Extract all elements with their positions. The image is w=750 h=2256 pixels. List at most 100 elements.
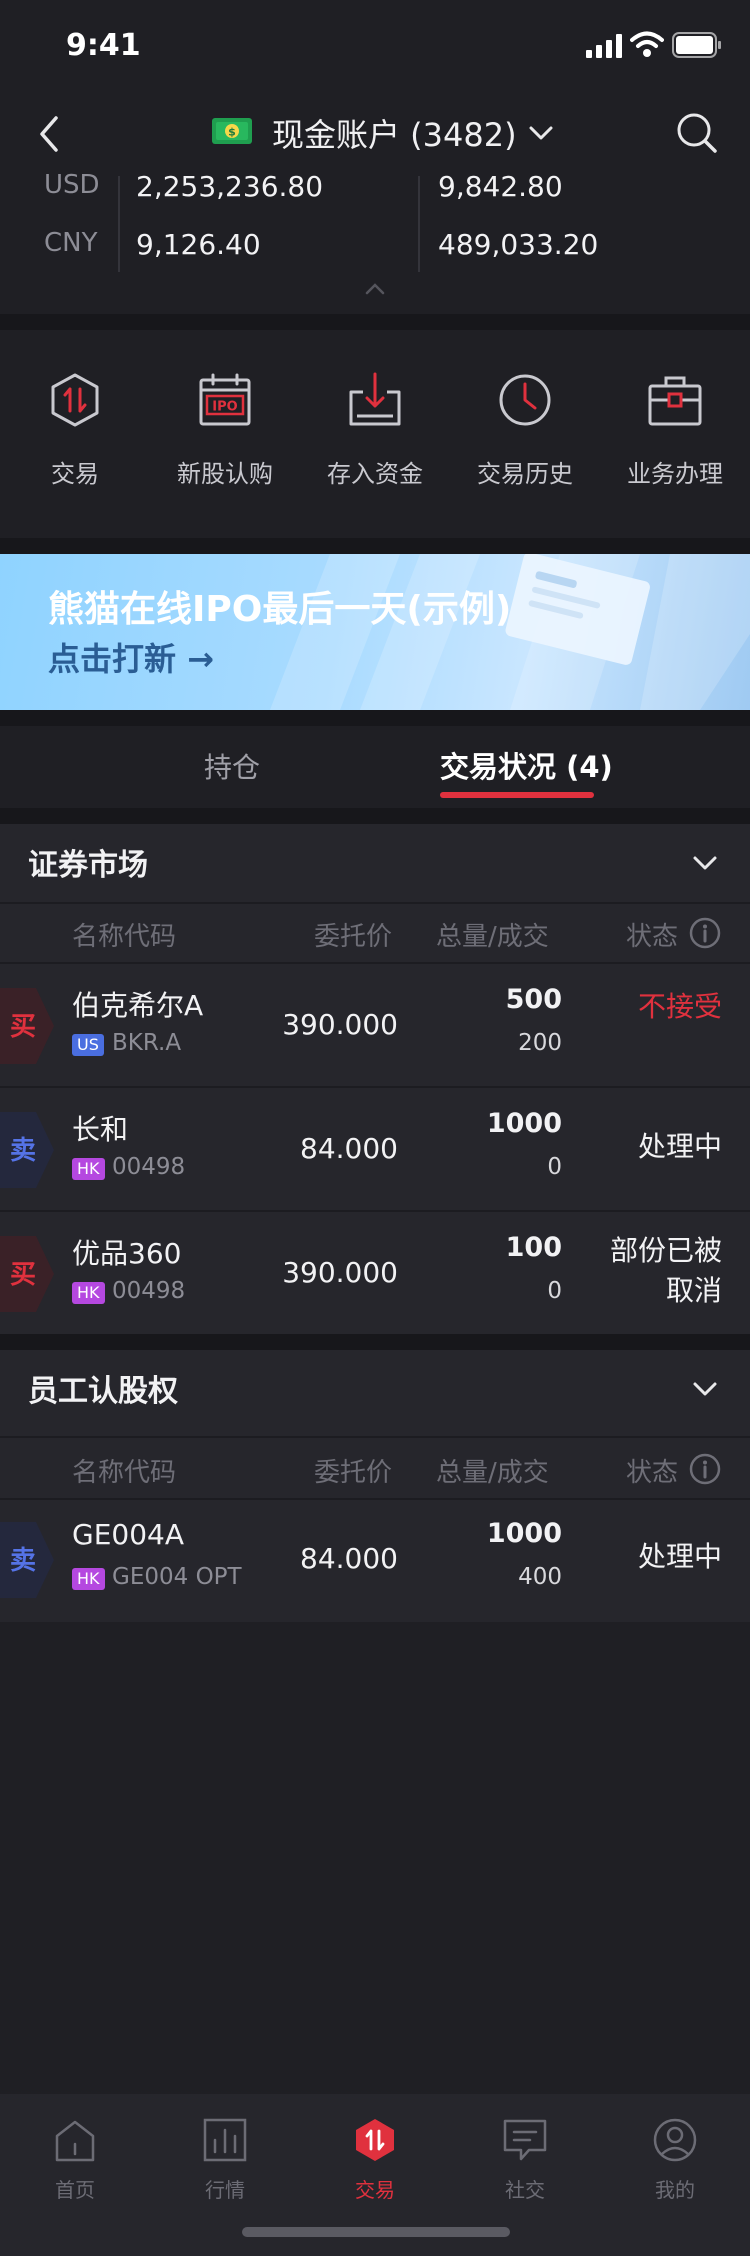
cash-account-icon: $	[212, 118, 252, 144]
section-gap	[0, 538, 750, 554]
home-icon	[55, 2120, 95, 2162]
tab-bar: 持仓 交易状况 (4)	[0, 726, 750, 808]
nav-item-trade[interactable]: 交易	[300, 2108, 450, 2202]
market-badge: HK	[72, 1158, 105, 1180]
nav-label-active: 交易	[355, 2178, 395, 2202]
market-badge: US	[72, 1034, 104, 1056]
banner-title: 熊猫在线IPO最后一天(示例)	[48, 589, 512, 630]
banner-cta[interactable]: 点击打新 →	[48, 634, 214, 680]
market-badge: HK	[72, 1568, 105, 1590]
balance-cny-cash: 9,126.40	[136, 228, 261, 261]
chevron-down-icon[interactable]	[528, 124, 554, 142]
account-title[interactable]: 现金账户 (3482)	[272, 110, 517, 156]
battery-icon	[672, 32, 721, 58]
quick-action-label: 交易	[51, 460, 99, 488]
balance-area: USD 2,253,236.80 9,842.80 CNY 9,126.40 4…	[0, 170, 750, 314]
briefcase-icon	[648, 376, 702, 426]
signal-icon	[586, 34, 622, 58]
header-qty-filled: 总量/成交	[436, 922, 549, 952]
nav-label: 首页	[55, 2178, 95, 2202]
wifi-icon	[630, 31, 664, 57]
status-bar: 9:41	[0, 0, 750, 92]
quick-action-label: 新股认购	[177, 460, 273, 488]
quick-action-label: 存入资金	[327, 460, 423, 488]
side-label: 买	[10, 1012, 37, 1042]
market-badge: HK	[72, 1282, 105, 1304]
header-price: 委托价	[314, 1458, 393, 1488]
nav-item-market[interactable]: 行情	[150, 2108, 300, 2202]
section-gap	[0, 314, 750, 330]
tab-holdings[interactable]: 持仓	[204, 746, 260, 786]
history-clock-icon	[499, 374, 551, 426]
header-status: 状态	[626, 1458, 679, 1488]
order-status: 处理中	[637, 1540, 722, 1573]
quick-action-trade[interactable]: 交易	[0, 330, 150, 538]
nav-item-social[interactable]: 社交	[450, 2108, 600, 2202]
column-divider	[118, 176, 120, 272]
trade-hexagon-icon	[356, 2119, 394, 2161]
nav-item-home[interactable]: 首页	[0, 2108, 150, 2202]
section-gap	[0, 710, 750, 726]
side-label: 买	[10, 1260, 37, 1290]
order-row[interactable]: 买 优品360 HK 00498 390.000 100 0 部份已被 取消	[0, 1212, 750, 1334]
section-title: 员工认股权	[28, 1374, 178, 1409]
home-indicator[interactable]	[242, 2227, 510, 2237]
balance-usd-other: 9,842.80	[438, 170, 563, 203]
section-title: 证券市场	[28, 848, 148, 883]
banner-card-illustration	[505, 554, 650, 665]
deposit-tray-icon	[349, 372, 401, 426]
header-price: 委托价	[314, 922, 393, 952]
search-icon[interactable]	[676, 112, 718, 154]
quick-action-history[interactable]: 交易历史	[450, 330, 600, 538]
order-status: 不接受	[637, 990, 722, 1023]
section-gap	[0, 1334, 750, 1350]
nav-item-profile[interactable]: 我的	[600, 2108, 750, 2202]
header-name-code: 名称代码	[72, 1458, 177, 1488]
quick-action-deposit[interactable]: 存入资金	[300, 330, 450, 538]
status-time: 9:41	[66, 28, 141, 63]
header-status: 状态	[626, 922, 679, 952]
security-name: 长和	[72, 1113, 129, 1146]
chevron-down-icon[interactable]	[692, 854, 718, 872]
chevron-up-icon[interactable]	[364, 282, 386, 296]
svg-text:$: $	[228, 126, 236, 139]
ipo-calendar-icon: IPO	[199, 373, 251, 426]
quick-action-business[interactable]: 业务办理	[600, 330, 750, 538]
order-row[interactable]: 卖 GE004A HK GE004 OPT 84.000 1000 400 处理…	[0, 1500, 750, 1622]
chevron-down-icon[interactable]	[692, 1380, 718, 1398]
nav-label: 行情	[205, 2178, 245, 2202]
quick-action-ipo[interactable]: IPO 新股认购	[150, 330, 300, 538]
order-row[interactable]: 买 伯克希尔A US BKR.A 390.000 500 200 不接受	[0, 964, 750, 1086]
nav-label: 社交	[505, 2178, 545, 2202]
nav-bar: $ 现金账户 (3482)	[0, 92, 750, 176]
security-name: 伯克希尔A	[72, 989, 204, 1022]
back-icon[interactable]	[34, 114, 64, 154]
info-icon[interactable]	[688, 916, 722, 950]
chat-bubble-icon	[503, 2119, 547, 2161]
currency-label-usd: USD	[44, 170, 100, 200]
tab-trade-status[interactable]: 交易状况 (4)	[440, 744, 613, 786]
nav-label: 我的	[655, 2178, 695, 2202]
quick-action-label: 业务办理	[627, 460, 723, 488]
quick-actions: 交易 IPO 新股认购 存入资金 交易历史 业务办理	[0, 330, 750, 538]
divider	[0, 902, 750, 904]
order-row[interactable]: 卖 长和 HK 00498 84.000 1000 0 处理中	[0, 1088, 750, 1210]
svg-text:IPO: IPO	[212, 400, 237, 415]
security-code: 00498	[112, 1154, 186, 1180]
balance-cny-other: 489,033.20	[438, 228, 599, 261]
security-code: BKR.A	[112, 1030, 182, 1056]
section-employee-options: 员工认股权 名称代码 委托价 总量/成交 状态 卖 GE004A HK GE00…	[0, 1350, 750, 1622]
quick-action-label: 交易历史	[477, 460, 573, 488]
section-securities-market: 证券市场 名称代码 委托价 总量/成交 状态 买 伯克希尔A US BKR.A …	[0, 824, 750, 1334]
order-status: 处理中	[637, 1130, 722, 1163]
trade-hexagon-icon	[51, 373, 99, 427]
header-name-code: 名称代码	[72, 922, 177, 952]
market-chart-icon	[203, 2118, 247, 2162]
info-icon[interactable]	[688, 1452, 722, 1486]
column-divider	[418, 176, 420, 272]
security-name: 优品360	[72, 1237, 182, 1270]
ipo-banner[interactable]: 熊猫在线IPO最后一天(示例) 点击打新 →	[0, 554, 750, 710]
currency-label-cny: CNY	[44, 228, 98, 258]
divider	[0, 1436, 750, 1438]
security-code: 00498	[112, 1278, 186, 1304]
